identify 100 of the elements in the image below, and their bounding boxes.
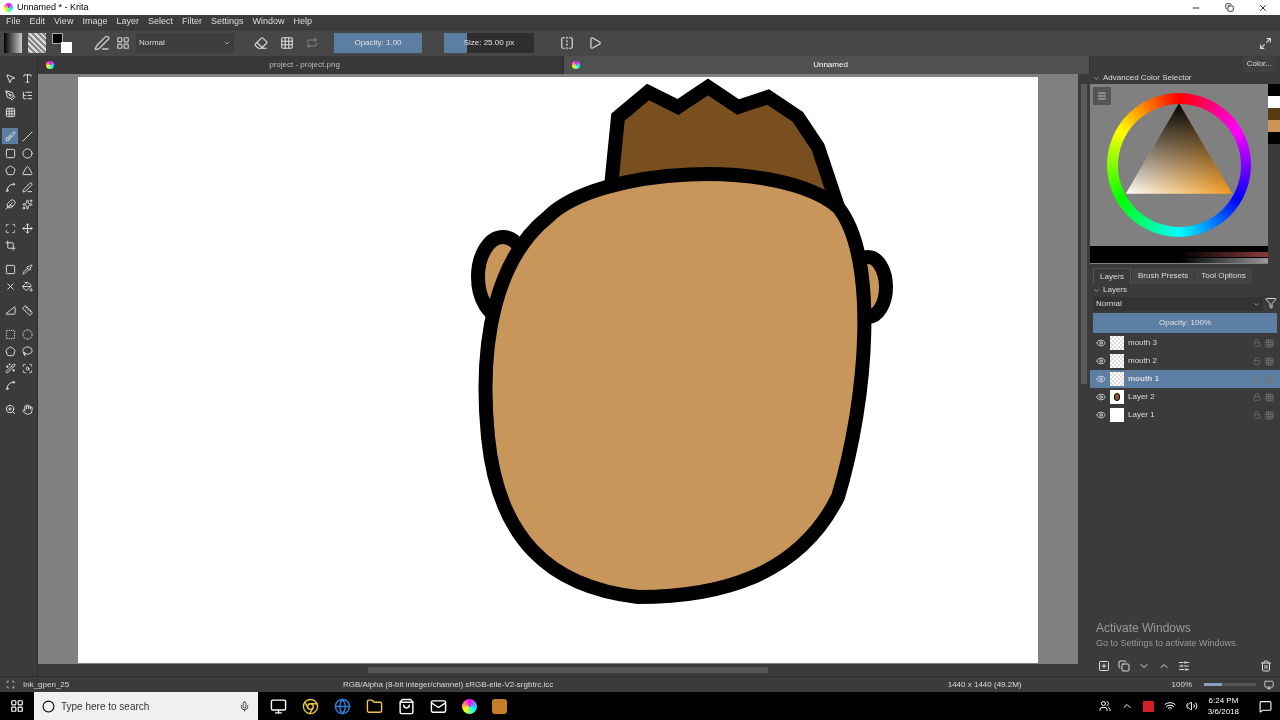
collapse-icon[interactable] — [1093, 286, 1100, 294]
menu-item[interactable]: View — [54, 15, 74, 29]
menu-button[interactable] — [1093, 87, 1111, 105]
tool-button[interactable] — [19, 220, 35, 236]
zoom-slider[interactable] — [1204, 683, 1256, 686]
layer-row[interactable]: mouth 3 — [1090, 334, 1280, 352]
sparkle-icon — [21, 198, 33, 210]
tool-button[interactable] — [19, 261, 35, 277]
checker-icon[interactable] — [280, 36, 294, 50]
document-tab[interactable]: project - project.png — [38, 56, 564, 74]
panel-tab[interactable]: Brush Presets — [1132, 268, 1195, 284]
antivirus-icon[interactable] — [1142, 700, 1154, 712]
duplicate-icon[interactable] — [1118, 660, 1130, 672]
restore-icon[interactable] — [1225, 2, 1234, 12]
color-swatches-icon[interactable] — [52, 33, 72, 53]
menu-item[interactable]: Window — [252, 15, 285, 29]
tool-button[interactable] — [19, 302, 35, 318]
search-field[interactable]: Type here to search — [34, 692, 258, 720]
app-logo-icon — [4, 3, 13, 12]
tool-button[interactable] — [19, 179, 35, 195]
menu-item[interactable]: Help — [293, 15, 312, 29]
mirror-icon[interactable] — [560, 36, 574, 50]
tool-button[interactable] — [2, 343, 18, 359]
canvas-icon[interactable] — [1264, 679, 1274, 690]
collapse-icon[interactable] — [1093, 74, 1100, 82]
properties-icon[interactable] — [1178, 660, 1190, 672]
wifi-icon[interactable] — [1163, 700, 1176, 712]
eraser-icon[interactable] — [254, 36, 268, 50]
chrome-icon[interactable] — [302, 697, 319, 715]
color-history-swatch[interactable] — [1268, 132, 1280, 144]
image-size: 1440 x 1440 (49.2M) — [947, 678, 1022, 691]
tool-button[interactable] — [2, 87, 18, 103]
docker-title: Layers — [1103, 284, 1127, 296]
folder-icon[interactable] — [366, 697, 383, 715]
menu-item[interactable]: Layer — [116, 15, 139, 29]
krita-icon — [46, 61, 54, 69]
app-taskbar-icon[interactable] — [492, 698, 507, 714]
panel-icon — [21, 89, 33, 101]
close-icon[interactable] — [1258, 2, 1268, 13]
blend-mode-dropdown[interactable]: Normal — [1093, 297, 1263, 311]
color-history-swatch[interactable] — [1268, 96, 1280, 108]
gradient-swatch[interactable] — [4, 33, 22, 53]
color-history-swatch[interactable] — [1268, 120, 1280, 132]
document-tab[interactable]: Unnamed — [564, 56, 1090, 74]
microphone-icon[interactable] — [239, 700, 250, 712]
filter-icon[interactable] — [1265, 297, 1277, 309]
brush-name: Ink_gpen_25 — [23, 678, 71, 691]
menu-item[interactable]: File — [6, 15, 21, 29]
delete-icon[interactable] — [1260, 660, 1272, 672]
notifications-icon[interactable] — [1259, 699, 1272, 713]
layer-row[interactable]: Layer 2 — [1090, 388, 1280, 406]
eye-icon[interactable] — [1096, 410, 1106, 420]
layer-row[interactable]: Layer 1 — [1090, 406, 1280, 424]
layer-row[interactable]: mouth 2 — [1090, 352, 1280, 370]
add-layer-icon[interactable] — [1098, 660, 1110, 672]
tool-button[interactable] — [19, 145, 35, 161]
activation-title: Activate Windows — [1096, 619, 1192, 637]
start-icon[interactable] — [10, 699, 24, 713]
color-history-swatch[interactable] — [1268, 84, 1280, 96]
krita-icon — [572, 61, 580, 69]
task-view-icon[interactable] — [270, 697, 287, 715]
color-history-swatch[interactable] — [1268, 108, 1280, 120]
dock-tab[interactable]: Color... — [1242, 56, 1276, 72]
text-tool-icon — [21, 72, 33, 84]
clock-time[interactable]: 6:24 PM — [1208, 695, 1239, 706]
layer-name: mouth 2 — [1128, 355, 1158, 367]
eye-icon[interactable] — [1096, 392, 1106, 402]
krita-taskbar-icon[interactable] — [462, 698, 477, 714]
volume-icon[interactable] — [1185, 700, 1198, 712]
menu-item[interactable]: Settings — [210, 15, 244, 29]
mail-icon[interactable] — [430, 697, 447, 715]
blend-mode-dropdown[interactable]: Normal — [136, 33, 234, 53]
tool-button[interactable] — [2, 237, 18, 253]
tool-button[interactable] — [19, 401, 35, 417]
tool-button[interactable] — [19, 196, 35, 212]
eye-icon[interactable] — [1096, 338, 1106, 348]
clock-date[interactable]: 3/6/2018 — [1207, 706, 1239, 717]
curve-icon — [4, 181, 16, 193]
panel-tab[interactable]: Layers — [1093, 268, 1131, 284]
menu-item[interactable]: Image — [82, 15, 108, 29]
menu-item[interactable]: Filter — [181, 15, 202, 29]
browser-icon[interactable] — [334, 697, 351, 715]
tool-button[interactable] — [2, 196, 18, 212]
people-icon[interactable] — [1098, 700, 1111, 712]
docker-title: Advanced Color Selector — [1103, 72, 1192, 84]
tool-button[interactable] — [19, 278, 35, 294]
pattern-swatch[interactable] — [28, 33, 46, 53]
tool-button[interactable] — [2, 360, 18, 376]
menu-item[interactable]: Edit — [29, 15, 46, 29]
layer-thumbnail — [1110, 408, 1124, 422]
tool-button[interactable] — [2, 162, 18, 178]
tool-button[interactable] — [19, 343, 35, 359]
grid-icon[interactable] — [116, 36, 130, 50]
store-icon[interactable] — [398, 697, 415, 715]
canvas-only-icon[interactable] — [1259, 36, 1272, 50]
brush-preset-icon[interactable] — [94, 35, 110, 51]
eye-icon[interactable] — [1096, 356, 1106, 366]
panel-tab[interactable]: Tool Options — [1195, 268, 1252, 284]
tool-button[interactable] — [19, 128, 35, 144]
menu-item[interactable]: Select — [147, 15, 173, 29]
